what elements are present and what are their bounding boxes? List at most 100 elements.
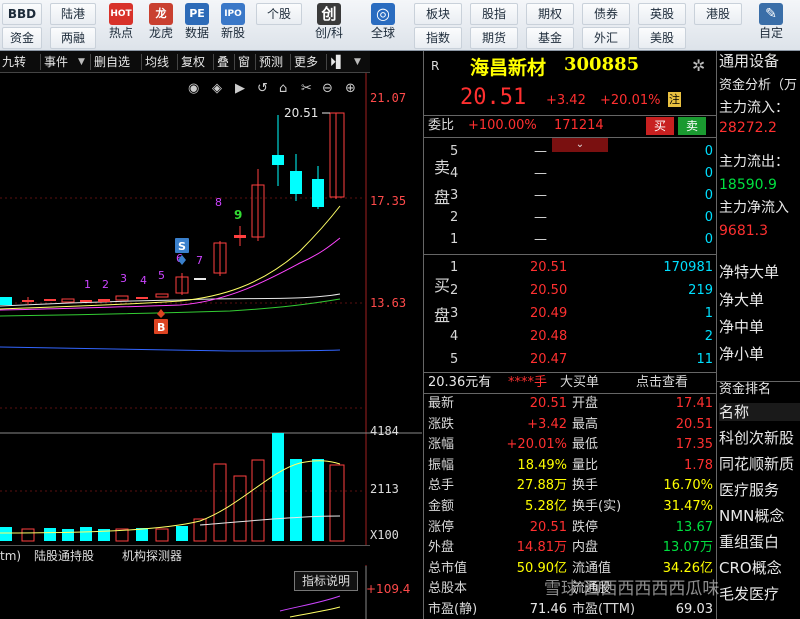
rank-name-header[interactable]: 名称 <box>719 403 800 421</box>
candle <box>155 293 169 298</box>
settings-icon: ◈ <box>212 81 222 96</box>
buy-button[interactable]: 买 <box>646 117 674 135</box>
stat-row: 涨幅 +20.01% 最低 17.35 <box>424 436 717 454</box>
candle <box>234 235 246 238</box>
futures-button[interactable]: 期货 <box>470 27 518 49</box>
candle <box>312 179 324 207</box>
stat-value: 17.41 <box>675 396 713 411</box>
volume-bar <box>62 529 74 541</box>
customize-tool[interactable]: ✎ 自定 <box>748 3 794 41</box>
net-medium-order[interactable]: 净中单 <box>719 318 764 336</box>
global-tool[interactable]: ◎ 全球 <box>360 3 406 41</box>
zoom-out-icon: ⊖ <box>322 81 333 96</box>
tab-institution-detector[interactable]: 机构探测器 <box>122 548 182 564</box>
order-ratio-value: +100.00% <box>468 118 537 133</box>
globe-icon: ◎ <box>371 3 395 25</box>
index-futures-button[interactable]: 股指 <box>470 3 518 25</box>
options-button[interactable]: 期权 <box>526 3 574 25</box>
volume-ma-line <box>0 460 341 534</box>
stat-value: 16.70% <box>663 478 713 494</box>
zoom-in-icon: ⊕ <box>345 81 356 96</box>
inflow-label: 主力流入： <box>719 100 789 116</box>
candle <box>272 155 284 165</box>
sector-button[interactable]: 板块 <box>414 3 462 25</box>
sell-level-row: 4—0 <box>450 166 713 181</box>
stat-label: 涨停 <box>428 519 455 535</box>
concept-item[interactable]: NMN概念 <box>719 507 784 525</box>
concept-item[interactable]: 医疗服务 <box>719 481 779 499</box>
price-tick-label: 21.07 <box>370 91 407 105</box>
volume-bar <box>213 463 227 542</box>
uk-stocks-button[interactable]: 英股 <box>638 3 686 25</box>
net-large-order[interactable]: 净大单 <box>719 291 764 309</box>
forex-button[interactable]: 外汇 <box>582 27 630 49</box>
bbd-button[interactable]: BBD <box>2 3 42 25</box>
indices-button[interactable]: 指数 <box>414 27 462 49</box>
ipo-tool[interactable]: IPO 新股 <box>212 3 254 41</box>
star-market-tool[interactable]: 创 创/科 <box>306 3 352 41</box>
volume-tick-label: 2113 <box>370 482 399 496</box>
volume-bar <box>290 459 302 541</box>
big-order-link[interactable]: 点击查看 <box>636 374 688 392</box>
stat-label: 涨跌 <box>428 416 455 432</box>
us-stocks-button[interactable]: 美股 <box>638 27 686 49</box>
hotspot-tool[interactable]: HOT 热点 <box>100 3 142 41</box>
customize-icon: ✎ <box>759 3 783 25</box>
candle <box>22 300 34 302</box>
concept-item[interactable]: 同花顺新质 <box>719 455 794 473</box>
buy-level-row: 5 20.47 11 <box>450 352 713 367</box>
concept-item[interactable]: 科创次新股 <box>719 429 794 447</box>
buy-signal-label: B <box>157 321 165 334</box>
funds-market-button[interactable]: 基金 <box>526 27 574 49</box>
stat-label: 市盈(静) <box>428 602 478 617</box>
watermark: 雪球 西西西西西西瓜味 <box>544 579 720 599</box>
buy-level-row: 1 20.51 170981 <box>450 260 713 275</box>
net-super-large-order[interactable]: 净特大单 <box>719 263 779 281</box>
td-number-label: 9 <box>234 208 242 222</box>
price-change-pct: +20.01% <box>600 93 661 108</box>
ma-line-blue <box>0 346 341 352</box>
stat-value: 27.88万 <box>516 478 567 494</box>
hk-stocks-button[interactable]: 港股 <box>694 3 742 25</box>
hotspot-icon: HOT <box>109 3 133 25</box>
tab-northbound-holdings[interactable]: 陆股通持股 <box>34 548 94 564</box>
stat-label: 内盘 <box>572 540 599 556</box>
candle <box>98 299 110 302</box>
big-order-size: ****手 <box>508 375 548 390</box>
stat-value: 20.51 <box>529 396 567 411</box>
main-toolbar: BBD 陆港 资金 两融 HOT 热点 龙 龙虎 PE 数据 IPO 新股 个股… <box>0 0 800 51</box>
buy-level-row: 2 20.50 219 <box>450 283 713 298</box>
stat-value: +3.42 <box>527 416 567 432</box>
tab-ttm[interactable]: tm) <box>0 548 21 564</box>
concept-item[interactable]: 重组蛋白 <box>719 533 779 551</box>
bonds-button[interactable]: 债券 <box>582 3 630 25</box>
volume-bar <box>0 527 12 541</box>
indicator-description-button[interactable]: 指标说明 <box>294 571 358 591</box>
lugang-button[interactable]: 陆港 <box>50 3 96 25</box>
inflow-value: 28272.2 <box>719 120 777 136</box>
stat-value: 20.51 <box>675 416 713 432</box>
stat-label: 外盘 <box>428 540 455 556</box>
sell-button[interactable]: 卖 <box>678 117 706 135</box>
industry-title: 通用设备 <box>719 52 780 70</box>
stat-label: 量比 <box>572 457 599 473</box>
ipo-icon: IPO <box>221 3 245 25</box>
individual-stock-button[interactable]: 个股 <box>256 3 302 25</box>
volume-bar <box>312 459 324 541</box>
kline-chart-canvas: ◉ ◈ ▶ ↺ ⌂ ✂ ⊖ ⊕ 20.51 1 2 3 4 5 7 8 9 S … <box>0 73 422 619</box>
price-change: +3.42 <box>546 93 586 108</box>
net-small-order[interactable]: 净小单 <box>719 345 764 363</box>
net-inflow-value: 9681.3 <box>719 223 768 239</box>
funds-button[interactable]: 资金 <box>2 27 42 49</box>
big-order-label: 大买单 <box>560 375 600 390</box>
net-inflow-label: 主力净流入 <box>719 200 789 216</box>
volume-bar <box>80 527 92 541</box>
stat-value: 17.35 <box>675 437 713 453</box>
margin-button[interactable]: 两融 <box>50 27 96 49</box>
td-number-label: 4 <box>140 274 147 287</box>
gear-icon[interactable]: ✲ <box>692 56 705 75</box>
kline-chart-panel: 九转 事件 ▼ 删自选 均线 复权 叠 窗 预测 更多 ⏵▌ ▼ ◉ ◈ ▶ ↺… <box>0 51 422 619</box>
scissors-icon: ✂ <box>301 81 312 96</box>
stat-row: 振幅 18.49% 量比 1.78 <box>424 457 717 475</box>
stock-code: 300885 <box>564 54 640 75</box>
